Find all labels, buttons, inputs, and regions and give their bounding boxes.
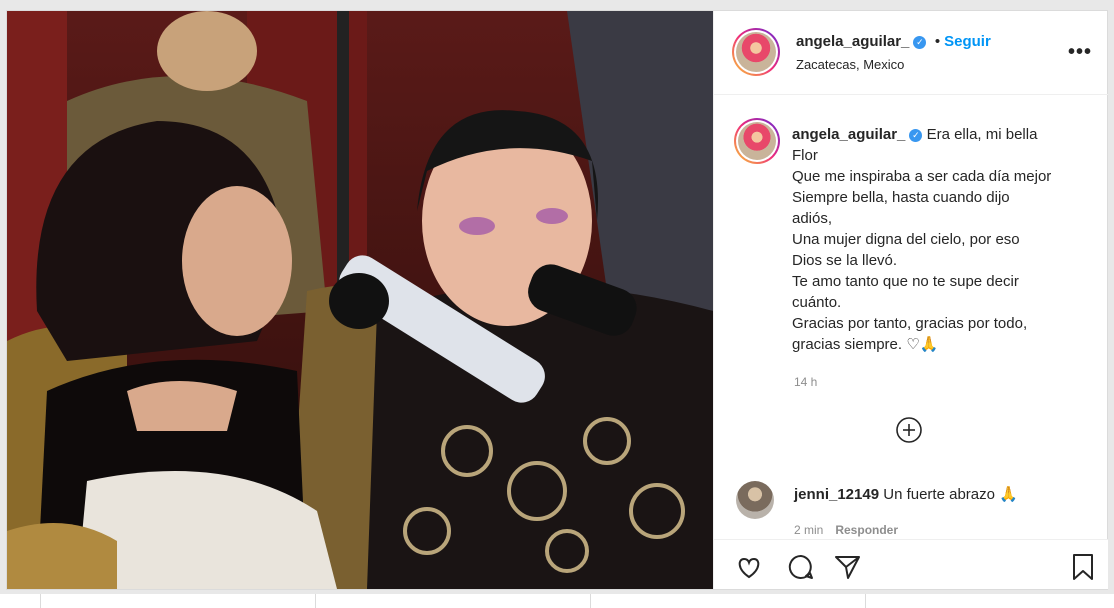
caption-line: Que me inspiraba a ser cada día mejor (792, 168, 1052, 185)
action-bar (714, 539, 1108, 589)
caption-line: Era ella, mi bella (926, 126, 1038, 143)
more-options-icon[interactable]: ••• (1068, 41, 1092, 64)
verified-badge-icon: ✓ (913, 36, 927, 49)
post-header: angela_aguilar_ ✓ • Seguir Zacatecas, Mexi… (714, 11, 1108, 95)
post-timestamp[interactable]: 14 h (794, 375, 817, 389)
comment-time: 2 min (794, 523, 824, 537)
divider (40, 594, 41, 608)
comment-icon[interactable] (786, 552, 816, 582)
heart-icon[interactable] (734, 552, 764, 582)
caption-line: Siempre bella, hasta cuando dijo (792, 189, 1010, 206)
reply-button[interactable]: Responder (835, 523, 898, 537)
post-dialog: angela_aguilar_ ✓ • Seguir Zacatecas, Mexi… (6, 10, 1108, 590)
caption-avatar[interactable] (734, 118, 780, 164)
divider (315, 594, 316, 608)
author-avatar[interactable] (732, 28, 780, 76)
follow-button[interactable]: Seguir (944, 33, 991, 50)
separator-dot: • (934, 33, 941, 50)
location-link[interactable]: Zacatecas, Mexico (796, 57, 904, 72)
caption-verified-icon: ✓ (909, 129, 923, 142)
comment-item: jenni_12149 Un fuerte abrazo 🙏 (794, 485, 1018, 503)
author-username[interactable]: angela_aguilar_ (796, 33, 909, 50)
caption-line: cuánto. (792, 294, 842, 311)
divider (590, 594, 591, 608)
post-caption: angela_aguilar_ ✓ Era ella, mi bella Flor… (792, 124, 1092, 355)
post-photo[interactable] (7, 11, 713, 589)
author-line: angela_aguilar_ ✓ • Seguir (796, 33, 991, 51)
caption-line: Una mujer digna del cielo, por eso (792, 231, 1020, 248)
comment-meta: 2 min Responder (794, 523, 898, 537)
caption-line: Gracias por tanto, gracias por todo, (792, 315, 1028, 332)
caption-line: adiós, (792, 210, 833, 227)
post-sidebar: angela_aguilar_ ✓ • Seguir Zacatecas, Mexi… (713, 11, 1108, 589)
commenter-username[interactable]: jenni_12149 (794, 486, 879, 503)
commenter-avatar[interactable] (736, 481, 774, 519)
divider (865, 594, 866, 608)
caption-line: Flor (792, 147, 818, 164)
plus-circle-icon[interactable] (894, 415, 924, 445)
caption-line: gracias siempre. ♡🙏 (792, 336, 939, 353)
caption-line: Dios se la llevó. (792, 252, 898, 269)
share-icon[interactable] (832, 552, 862, 582)
comment-text: Un fuerte abrazo 🙏 (883, 486, 1018, 503)
caption-line: Te amo tanto que no te supe decir (792, 273, 1019, 290)
bookmark-icon[interactable] (1068, 552, 1098, 582)
caption-username[interactable]: angela_aguilar_ (792, 126, 905, 143)
background-page-strip (0, 594, 1114, 608)
